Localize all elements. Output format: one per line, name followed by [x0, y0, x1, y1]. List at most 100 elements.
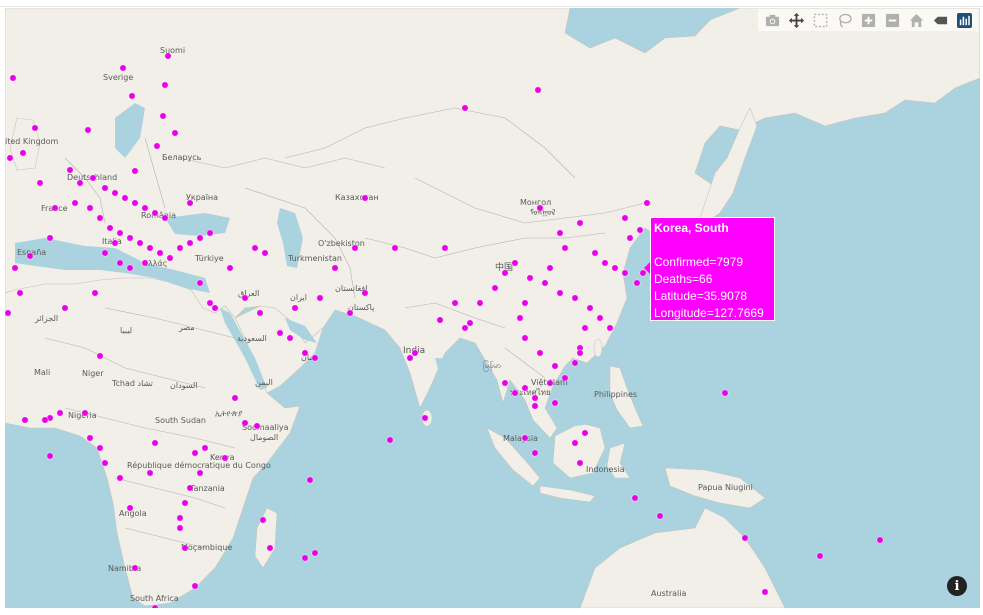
case-marker[interactable]: [226, 264, 234, 272]
case-marker[interactable]: [551, 362, 559, 370]
case-marker[interactable]: [136, 239, 144, 247]
case-marker[interactable]: [461, 324, 469, 332]
case-marker[interactable]: [66, 166, 74, 174]
case-marker[interactable]: [556, 289, 564, 297]
case-marker[interactable]: [116, 229, 124, 237]
case-marker[interactable]: [131, 564, 139, 572]
case-marker[interactable]: [76, 179, 84, 187]
plotly-logo-icon[interactable]: [954, 10, 974, 30]
case-marker[interactable]: [121, 194, 129, 202]
case-marker[interactable]: [186, 484, 194, 492]
case-marker[interactable]: [276, 329, 284, 337]
case-marker[interactable]: [571, 359, 579, 367]
case-marker[interactable]: [534, 86, 542, 94]
case-marker[interactable]: [316, 294, 324, 302]
case-marker[interactable]: [301, 554, 309, 562]
case-marker[interactable]: [561, 244, 569, 252]
case-marker[interactable]: [591, 249, 599, 257]
case-marker[interactable]: [96, 214, 104, 222]
case-marker[interactable]: [596, 314, 604, 322]
case-marker[interactable]: [91, 289, 99, 297]
case-marker[interactable]: [221, 454, 229, 462]
case-marker[interactable]: [46, 452, 54, 460]
case-marker[interactable]: [211, 304, 219, 312]
case-marker[interactable]: [621, 269, 629, 277]
case-marker[interactable]: [516, 314, 524, 322]
case-marker[interactable]: [301, 349, 309, 357]
pan-icon[interactable]: [786, 10, 806, 30]
map-frame[interactable]: Suomi Sverige ited Kingdom Беларусь Deut…: [5, 8, 980, 608]
case-marker[interactable]: [436, 316, 444, 324]
case-marker[interactable]: [84, 126, 92, 134]
case-marker[interactable]: [51, 204, 59, 212]
case-marker[interactable]: [186, 239, 194, 247]
case-marker[interactable]: [191, 582, 199, 590]
case-marker[interactable]: [164, 52, 172, 60]
case-marker[interactable]: [231, 394, 239, 402]
info-icon[interactable]: i: [947, 576, 967, 596]
case-marker[interactable]: [876, 536, 884, 544]
case-marker[interactable]: [521, 334, 529, 342]
case-marker[interactable]: [406, 354, 414, 362]
case-marker[interactable]: [181, 499, 189, 507]
case-marker[interactable]: [361, 194, 369, 202]
case-marker[interactable]: [201, 444, 209, 452]
box-select-icon[interactable]: [810, 10, 830, 30]
case-marker[interactable]: [386, 436, 394, 444]
case-marker[interactable]: [501, 269, 509, 277]
case-marker[interactable]: [9, 74, 17, 82]
case-marker[interactable]: [311, 354, 319, 362]
case-marker[interactable]: [89, 174, 97, 182]
case-marker[interactable]: [86, 434, 94, 442]
case-marker[interactable]: [71, 199, 79, 207]
case-marker[interactable]: [46, 234, 54, 242]
case-marker[interactable]: [621, 214, 629, 222]
case-marker[interactable]: [241, 419, 249, 427]
case-marker[interactable]: [6, 154, 14, 162]
case-marker[interactable]: [259, 516, 267, 524]
case-marker[interactable]: [96, 352, 104, 360]
lasso-icon[interactable]: [834, 10, 854, 30]
case-marker[interactable]: [816, 552, 824, 560]
case-marker[interactable]: [556, 229, 564, 237]
case-marker[interactable]: [546, 379, 554, 387]
case-marker[interactable]: [176, 524, 184, 532]
case-marker[interactable]: [571, 439, 579, 447]
case-marker[interactable]: [291, 304, 299, 312]
case-marker[interactable]: [311, 549, 319, 557]
case-marker[interactable]: [526, 274, 534, 282]
case-marker[interactable]: [531, 394, 539, 402]
case-marker[interactable]: [126, 264, 134, 272]
case-marker[interactable]: [119, 64, 127, 72]
case-marker[interactable]: [361, 289, 369, 297]
case-marker[interactable]: [153, 142, 161, 150]
case-marker[interactable]: [128, 92, 136, 100]
case-marker[interactable]: [176, 514, 184, 522]
case-marker[interactable]: [241, 294, 249, 302]
case-marker[interactable]: [86, 204, 94, 212]
case-marker[interactable]: [81, 409, 89, 417]
case-marker[interactable]: [466, 319, 474, 327]
case-marker[interactable]: [61, 304, 69, 312]
case-marker[interactable]: [141, 259, 149, 267]
case-marker[interactable]: [721, 389, 729, 397]
case-marker[interactable]: [441, 244, 449, 252]
case-marker[interactable]: [156, 249, 164, 257]
case-marker[interactable]: [116, 259, 124, 267]
case-marker[interactable]: [541, 279, 549, 287]
case-marker[interactable]: [166, 254, 174, 262]
case-marker[interactable]: [16, 289, 24, 297]
case-marker[interactable]: [626, 234, 634, 242]
case-marker[interactable]: [11, 264, 19, 272]
case-marker[interactable]: [536, 349, 544, 357]
camera-icon[interactable]: [762, 10, 782, 30]
case-marker[interactable]: [101, 184, 109, 192]
case-marker[interactable]: [126, 504, 134, 512]
case-marker[interactable]: [611, 264, 619, 272]
case-marker[interactable]: [26, 252, 34, 260]
zoom-in-icon[interactable]: [858, 10, 878, 30]
case-marker[interactable]: [5, 309, 12, 317]
case-marker[interactable]: [146, 469, 154, 477]
case-marker[interactable]: [491, 284, 499, 292]
case-marker[interactable]: [101, 249, 109, 257]
